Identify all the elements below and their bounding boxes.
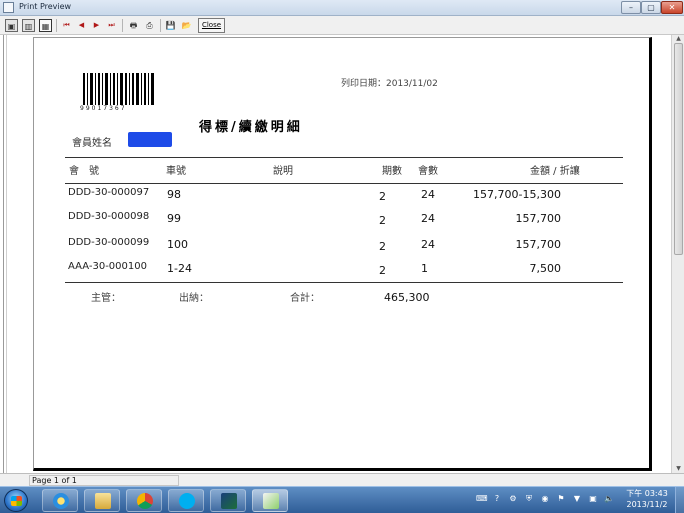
cashier-label: 出納： xyxy=(179,293,209,304)
paint-icon xyxy=(263,493,279,509)
row-0-count: 24 xyxy=(421,188,435,201)
header-rule-top xyxy=(65,157,623,158)
taskbar-skype[interactable] xyxy=(168,489,204,512)
gear-icon[interactable]: ⚙ xyxy=(508,494,518,504)
row-1-car-no: 99 xyxy=(167,212,181,225)
multi-page-icon[interactable]: ▦ xyxy=(39,19,52,32)
header-rule-bottom xyxy=(65,183,623,184)
col-description: 說明 xyxy=(273,166,293,177)
print-date: 列印日期：2013/11/02 xyxy=(341,79,438,89)
row-3-amount: 7,500 xyxy=(529,262,562,275)
vim-icon xyxy=(221,493,237,509)
taskbar-chrome[interactable] xyxy=(126,489,162,512)
taskbar-explorer[interactable] xyxy=(84,489,120,512)
col-car-no: 車號 xyxy=(166,166,186,177)
row-3-periods: 2 xyxy=(379,264,386,277)
volume-icon[interactable]: 🔈 xyxy=(604,494,614,504)
preview-area: 99017367 列印日期：2013/11/02 得標/續繳明細 會員姓名 會 … xyxy=(0,35,684,473)
folder-icon xyxy=(95,493,111,509)
network-icon[interactable]: ▣ xyxy=(588,494,598,504)
one-page-icon[interactable]: ▣ xyxy=(5,19,18,32)
total-value: 465,300 xyxy=(384,291,430,304)
row-1-member-no: DDD-30-000098 xyxy=(68,211,150,222)
barcode xyxy=(83,73,154,105)
start-button[interactable] xyxy=(4,489,28,512)
maximize-button[interactable]: ▢ xyxy=(641,1,661,14)
scroll-down-icon[interactable]: ▼ xyxy=(674,465,683,472)
next-page-icon[interactable]: ▶ xyxy=(90,19,103,32)
left-frame xyxy=(3,35,7,473)
minimize-button[interactable]: – xyxy=(621,1,641,14)
prev-page-icon[interactable]: ◀ xyxy=(75,19,88,32)
row-0-amount: 157,700-15,300 xyxy=(473,188,561,201)
member-name-label: 會員姓名 xyxy=(72,138,112,149)
clock-time: 下午 03:43 xyxy=(626,489,668,498)
total-label: 合計： xyxy=(290,293,320,304)
title-bar: Print Preview – ▢ ✕ xyxy=(0,0,684,16)
window-close-button[interactable]: ✕ xyxy=(661,1,683,14)
taskbar-paint[interactable] xyxy=(252,489,288,512)
taskbar: ⌨ ? ⚙ ⛨ ◉ ⚑ ▼ ▣ 🔈 下午 03:43 2013/11/2 xyxy=(0,486,684,513)
col-member-no: 會 號 xyxy=(69,166,99,177)
scroll-up-icon[interactable]: ▲ xyxy=(674,35,683,42)
row-3-car-no: 1-24 xyxy=(167,262,192,275)
col-count: 會數 xyxy=(418,166,438,177)
row-1-periods: 2 xyxy=(379,214,386,227)
security-icon[interactable]: ▼ xyxy=(572,494,582,504)
open-folder-icon[interactable]: 📂 xyxy=(180,19,193,32)
window-title: Print Preview xyxy=(19,2,72,11)
print-icon[interactable]: ⎙ xyxy=(143,19,156,32)
row-2-car-no: 100 xyxy=(167,238,188,251)
row-2-amount: 157,700 xyxy=(515,238,562,251)
first-page-icon[interactable]: ⏮ xyxy=(60,19,73,32)
toolbar-separator xyxy=(160,19,161,32)
clock-date: 2013/11/2 xyxy=(626,500,668,509)
shield-icon[interactable]: ⛨ xyxy=(524,494,534,504)
status-bar: Page 1 of 1 xyxy=(0,473,684,486)
close-button[interactable]: Close xyxy=(198,18,225,33)
internet-explorer-icon xyxy=(53,493,69,509)
print-setup-icon[interactable]: 🖶 xyxy=(127,19,140,32)
two-page-icon[interactable]: ▥ xyxy=(22,19,35,32)
show-desktop-button[interactable] xyxy=(675,487,684,513)
vertical-scrollbar[interactable]: ▲ ▼ xyxy=(671,35,684,473)
row-0-car-no: 98 xyxy=(167,188,181,201)
footer-rule xyxy=(65,282,623,283)
windows-logo-icon xyxy=(11,496,22,506)
report-page: 99017367 列印日期：2013/11/02 得標/續繳明細 會員姓名 會 … xyxy=(33,37,652,471)
toolbar: ▣ ▥ ▦ ⏮ ◀ ▶ ⏭ 🖶 ⎙ 💾 📂 Close xyxy=(0,16,684,35)
row-2-member-no: DDD-30-000099 xyxy=(68,237,150,248)
supervisor-label: 主管： xyxy=(91,293,121,304)
row-3-count: 1 xyxy=(421,262,428,275)
row-2-count: 24 xyxy=(421,238,435,251)
row-2-periods: 2 xyxy=(379,240,386,253)
row-1-amount: 157,700 xyxy=(515,212,562,225)
chrome-icon xyxy=(137,493,153,509)
toolbar-separator xyxy=(122,19,123,32)
row-0-periods: 2 xyxy=(379,190,386,203)
app-tray-icon[interactable]: ◉ xyxy=(540,494,550,504)
page-indicator: Page 1 of 1 xyxy=(29,475,179,486)
taskbar-ie[interactable] xyxy=(42,489,78,512)
toolbar-separator xyxy=(56,19,57,32)
col-periods: 期數 xyxy=(382,166,402,177)
app-icon xyxy=(3,2,14,13)
member-name-redacted xyxy=(128,132,172,147)
row-0-member-no: DDD-30-000097 xyxy=(68,187,150,198)
flag-icon[interactable]: ⚑ xyxy=(556,494,566,504)
taskbar-vim[interactable] xyxy=(210,489,246,512)
col-amount: 金額 / 折讓 xyxy=(530,166,580,177)
row-1-count: 24 xyxy=(421,212,435,225)
keyboard-icon[interactable]: ⌨ xyxy=(476,494,488,504)
save-icon[interactable]: 💾 xyxy=(164,19,177,32)
help-icon[interactable]: ? xyxy=(492,494,502,504)
skype-icon xyxy=(179,493,195,509)
row-3-member-no: AAA-30-000100 xyxy=(68,261,147,272)
last-page-icon[interactable]: ⏭ xyxy=(105,19,118,32)
system-clock[interactable]: 下午 03:43 2013/11/2 xyxy=(622,488,672,510)
scroll-thumb[interactable] xyxy=(674,43,683,255)
barcode-digits: 99017367 xyxy=(80,105,127,112)
report-title: 得標/續繳明細 xyxy=(199,120,303,135)
